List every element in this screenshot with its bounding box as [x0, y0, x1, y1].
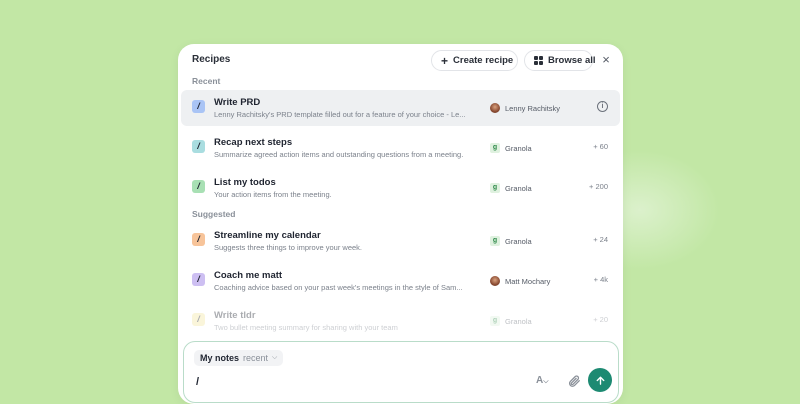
recipe-icon: /	[192, 180, 205, 193]
avatar	[490, 103, 500, 113]
granola-icon: g	[490, 316, 500, 326]
recipe-title: List my todos	[214, 177, 276, 188]
recipe-row-list-my-todos[interactable]: / List my todos Your action items from t…	[181, 170, 620, 206]
recipe-title: Write PRD	[214, 97, 261, 108]
recipe-title: Coach me matt	[214, 270, 283, 281]
recipe-icon: /	[192, 140, 205, 153]
recipe-icon: /	[192, 313, 205, 326]
attach-icon[interactable]	[567, 374, 581, 388]
recipe-author: g Granola	[490, 315, 532, 327]
recipe-row-write-tldr[interactable]: / Write tldr Two bullet meeting summary …	[181, 303, 620, 339]
recipe-icon: /	[192, 233, 205, 246]
create-recipe-label: Create recipe	[453, 55, 514, 66]
recipe-author-name: Matt Mochary	[505, 276, 551, 286]
recipe-author: g Granola	[490, 142, 532, 154]
section-label-suggested: Suggested	[192, 209, 236, 219]
grid-icon	[534, 56, 543, 65]
text-format-icon[interactable]: A⌵	[536, 375, 549, 386]
recipe-icon: /	[192, 100, 205, 113]
browse-all-label: Browse all	[548, 55, 596, 66]
recipe-description: Summarize agreed action items and outsta…	[214, 150, 464, 159]
notes-scope-dropdown[interactable]: My notes recent ⌵	[194, 350, 284, 366]
recipe-description: Lenny Rachitsky's PRD template filled ou…	[214, 110, 466, 119]
recipe-description: Two bullet meeting summary for sharing w…	[214, 323, 398, 332]
usage-count: + 200	[589, 182, 608, 191]
recipes-panel: Recipes + Create recipe Browse all × Rec…	[178, 44, 623, 404]
close-icon[interactable]: ×	[599, 53, 613, 67]
recipe-author: Matt Mochary	[490, 275, 550, 287]
recipe-title: Recap next steps	[214, 137, 293, 148]
granola-icon: g	[490, 143, 500, 153]
recipe-row-recap-next-steps[interactable]: / Recap next steps Summarize agreed acti…	[181, 130, 620, 166]
recipe-author-name: Granola	[505, 183, 532, 193]
section-label-recent: Recent	[192, 76, 221, 86]
recipe-description: Suggests three things to improve your we…	[214, 243, 362, 252]
avatar	[490, 276, 500, 286]
usage-count: + 60	[593, 142, 608, 151]
send-button[interactable]	[588, 368, 612, 392]
recipe-author-name: Granola	[505, 236, 532, 246]
composer: My notes recent ⌵ A⌵	[183, 341, 619, 403]
recipe-row-streamline-my-calendar[interactable]: / Streamline my calendar Suggests three …	[181, 223, 620, 259]
info-icon[interactable]: i	[597, 101, 608, 112]
recipe-author-name: Lenny Rachitsky	[505, 103, 561, 113]
plus-icon: +	[441, 53, 449, 68]
panel-header: Recipes + Create recipe Browse all ×	[178, 44, 623, 78]
notes-scope-filter: recent	[243, 353, 269, 363]
recipe-author: Lenny Rachitsky	[490, 102, 560, 114]
recipe-description: Your action items from the meeting.	[214, 190, 332, 199]
notes-scope-label: My notes	[200, 353, 240, 363]
usage-count: + 4k	[593, 275, 608, 284]
recipe-title: Streamline my calendar	[214, 230, 321, 241]
arrow-up-icon	[596, 376, 604, 385]
recipe-author: g Granola	[490, 235, 532, 247]
recipe-row-write-prd[interactable]: / Write PRD Lenny Rachitsky's PRD templa…	[181, 90, 620, 126]
granola-icon: g	[490, 183, 500, 193]
granola-icon: g	[490, 236, 500, 246]
composer-input[interactable]	[196, 374, 496, 390]
create-recipe-button[interactable]: + Create recipe	[431, 50, 518, 71]
recipe-author: g Granola	[490, 182, 532, 194]
browse-all-button[interactable]: Browse all	[524, 50, 596, 71]
recipe-author-name: Granola	[505, 143, 532, 153]
panel-title: Recipes	[192, 54, 231, 65]
recipe-title: Write tldr	[214, 310, 256, 321]
usage-count: + 24	[593, 235, 608, 244]
recipe-icon: /	[192, 273, 205, 286]
recipe-row-coach-me-matt[interactable]: / Coach me matt Coaching advice based on…	[181, 263, 620, 299]
usage-count: + 20	[593, 315, 608, 324]
chevron-down-icon: ⌵	[272, 354, 278, 361]
recipe-description: Coaching advice based on your past week'…	[214, 283, 463, 292]
recipe-author-name: Granola	[505, 316, 532, 326]
